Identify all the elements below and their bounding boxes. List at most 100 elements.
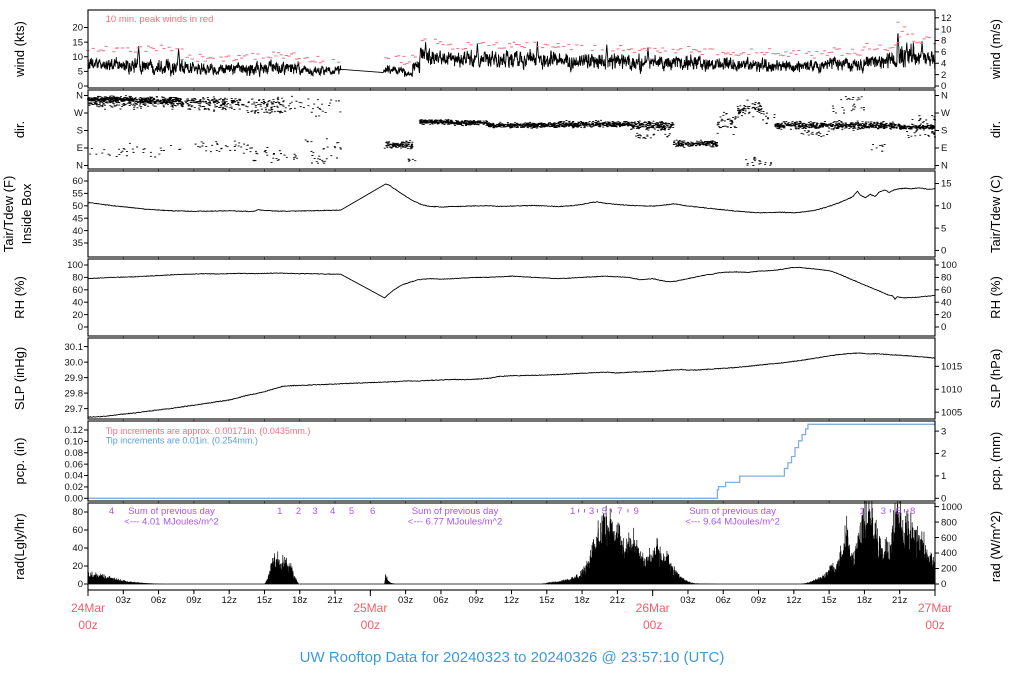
temp-ytick-label-left: 35 (72, 238, 83, 249)
x-hour-label: 18z (292, 595, 308, 606)
rad-annotation: 1 (570, 506, 575, 517)
rad-ytick-label-right: 0 (941, 579, 946, 590)
rad-annotation: 4 (109, 506, 114, 517)
chart-content: 10 min. peak winds in red051015200246810… (1, 9, 1003, 632)
x-hour-label: 21z (610, 595, 626, 606)
x-date-label: 24Mar (71, 601, 105, 615)
pcp-ytick-label-right: 3 (941, 426, 946, 437)
dir-ytick-label-right: E (941, 143, 947, 154)
rad-annotation: 3 (881, 506, 886, 517)
rad-ytick-label-right: 800 (941, 517, 957, 528)
wind-ytick-label-right: 8 (941, 36, 946, 47)
x-hour-label: 18z (574, 595, 590, 606)
pcp-ytick-label-left: 0.00 (65, 494, 84, 505)
panel-temp-border (87, 170, 936, 258)
slp-ytick-label-right: 1010 (941, 384, 962, 395)
rad-annotation: <--- 6.77 MJoules/m^2 (408, 517, 502, 528)
wind-axis-title-left: wind (kts) (12, 21, 27, 78)
panel-slp-border (87, 337, 936, 420)
temp-axis-title-left: Tair/Tdew (F) (1, 176, 16, 253)
rad-annotation: Sum of previous day (128, 506, 215, 517)
x-hour-label: 12z (222, 595, 238, 606)
x-hour-label: 03z (398, 595, 414, 606)
rad-ytick-label-left: 20 (72, 561, 83, 572)
temp-line (87, 183, 936, 214)
rad-ytick-label-left: 80 (72, 507, 83, 518)
dir-ytick-label-right: N (941, 91, 948, 102)
slp-ytick-label-left: 30.1 (65, 342, 84, 353)
rad-annotation: Sum of previous day (689, 506, 776, 517)
pcp-axis-title-left: pcp. (in) (12, 438, 27, 485)
pcp-annotation: Tip increments are approx. 0.00171in. (0… (106, 426, 311, 436)
pcp-axis-title-right: pcp. (mm) (988, 432, 1003, 491)
slp-ytick-label-left: 29.7 (65, 404, 84, 415)
x-date-label: 27Mar (918, 601, 952, 615)
dir-ytick-label-left: S (77, 126, 83, 137)
rad-ytick-label-right: 600 (941, 533, 957, 544)
x-hour-label: 09z (469, 595, 485, 606)
temp-ytick-label-left: 40 (72, 226, 83, 237)
rad-annotation: 6 (370, 506, 375, 517)
x-hour-label: 09z (186, 595, 202, 606)
rad-annotation: Sum of previous day (412, 506, 499, 517)
rad-annotation: 5 (896, 506, 901, 517)
figure-title: UW Rooftop Data for 20240323 to 20240326… (300, 649, 725, 666)
pcp-ytick-label-left: 0.02 (65, 482, 84, 493)
temp-axis-title-left: Inside Box (19, 183, 34, 244)
weather-multipanel-chart: 10 min. peak winds in red051015200246810… (1, 9, 1003, 666)
rh-ytick-label-right: 100 (941, 260, 957, 271)
rh-ytick-label-right: 40 (941, 297, 952, 308)
rh-ytick-label-right: 80 (941, 273, 952, 284)
pcp-ytick-label-left: 0.04 (65, 471, 84, 482)
rad-annotation: 2 (296, 506, 301, 517)
x-hour-label: 15z (821, 595, 837, 606)
wind-ytick-label-left: 10 (72, 52, 83, 63)
x-hour-label: 06z (151, 595, 167, 606)
temp-ytick-label-right: 0 (941, 246, 946, 257)
panel-rh-border (87, 258, 936, 337)
x-date-label: 26Mar (636, 601, 670, 615)
rad-annotation: <--- 9.64 MJoules/m^2 (685, 517, 779, 528)
x-hour-label: 06z (433, 595, 449, 606)
slp-ytick-label-left: 29.8 (65, 388, 84, 399)
wind-ytick-label-right: 10 (941, 24, 952, 35)
x-hour-label: 18z (857, 595, 873, 606)
rh-ytick-label-left: 100 (67, 260, 83, 271)
wind-ytick-label-left: 20 (72, 23, 83, 34)
rh-ytick-label-left: 0 (78, 322, 83, 333)
wind-ytick-label-right: 6 (941, 47, 946, 58)
rad-ytick-label-right: 400 (941, 548, 957, 559)
dir-ytick-label-right: S (941, 126, 947, 137)
rh-axis-title-right: RH (%) (988, 276, 1003, 319)
slp-ytick-label-right: 1005 (941, 407, 962, 418)
temp-ytick-label-right: 5 (941, 223, 946, 234)
rad-annotation: 5 (349, 506, 354, 517)
rad-axis-title-right: rad (W/m^2) (988, 511, 1003, 582)
rad-axis-title-left: rad(Lgly/hr) (12, 513, 27, 579)
x-hour-label: 21z (892, 595, 908, 606)
rad-annotation: 7 (617, 506, 622, 517)
slp-ytick-label-left: 29.9 (65, 373, 84, 384)
wind-axis-title-right: wind (m/s) (988, 19, 1003, 80)
temp-ytick-label-right: 10 (941, 201, 952, 212)
x-hour-label: 03z (680, 595, 696, 606)
rad-annotation: 3 (589, 506, 594, 517)
slp-ytick-label-right: 1015 (941, 361, 962, 372)
x-date-z-label: 00z (925, 618, 944, 632)
pcp-ytick-label-left: 0.10 (65, 437, 84, 448)
rh-ytick-label-left: 60 (72, 285, 83, 296)
rad-ytick-label-right: 200 (941, 564, 957, 575)
temp-axis-title-right: Tair/Tdew (C) (988, 175, 1003, 253)
pcp-ytick-label-left: 0.06 (65, 459, 84, 470)
x-hour-label: 21z (327, 595, 343, 606)
x-date-z-label: 00z (78, 618, 97, 632)
x-date-z-label: 00z (361, 618, 380, 632)
slp-line (87, 352, 936, 418)
wind-ytick-label-right: 2 (941, 70, 946, 81)
pcp-ytick-label-left: 0.12 (65, 425, 84, 436)
x-hour-label: 12z (504, 595, 520, 606)
wind-annotation: 10 min. peak winds in red (106, 14, 214, 25)
x-hour-label: 06z (716, 595, 732, 606)
rad-annotation: 4 (330, 506, 335, 517)
pcp-ytick-label-right: 1 (941, 471, 946, 482)
